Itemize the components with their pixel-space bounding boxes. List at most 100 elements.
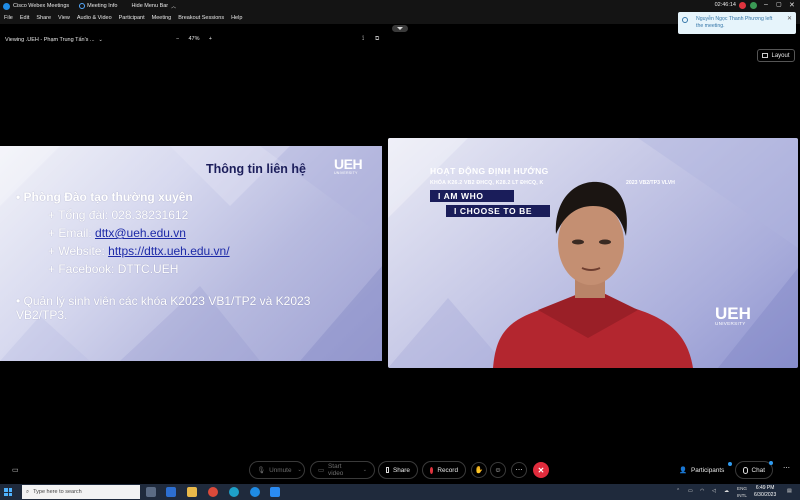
unmute-button[interactable]: 🎙 Unmute ⌄ [249, 461, 305, 479]
task-view-icon[interactable] [146, 487, 156, 497]
info-icon [682, 17, 688, 23]
chevron-up-icon[interactable]: ︿ [171, 3, 176, 10]
start-video-button[interactable]: ▭ Start video ⌄ [310, 461, 375, 479]
search-icon: ⌕ [26, 488, 30, 495]
close-window-button[interactable]: ✕ [789, 1, 795, 9]
windows-taskbar: ⌕ Type here to search ⌃ ▭ ◠ ◁ ☁ ENG INTL… [0, 484, 800, 500]
close-icon[interactable]: ✕ [787, 15, 792, 22]
outlook-icon[interactable] [166, 487, 176, 497]
network-status-icon [750, 2, 757, 9]
lang-code: ENG [737, 486, 747, 491]
menu-meeting[interactable]: Meeting [148, 15, 172, 21]
share-label: Share [392, 466, 410, 474]
logo-subtext: UNIVERSITY [334, 171, 358, 175]
participants-icon: 👤 [679, 467, 687, 474]
leave-icon: ✕ [537, 465, 545, 475]
windows-icon[interactable] [4, 488, 12, 496]
chat-button[interactable]: Chat [735, 461, 773, 479]
banner-subtitle-end: 2023 VB2/TP3 VLVH [626, 180, 675, 186]
notification-center-icon[interactable]: ▤ [787, 488, 792, 494]
webex-icon [3, 2, 10, 10]
chevron-down-icon[interactable]: ⌄ [298, 467, 302, 473]
clock-date: 6/30/2023 [754, 492, 777, 498]
collapse-toolbar-button[interactable] [392, 25, 408, 32]
taskbar-clock[interactable]: 6:49 PM 6/30/2023 [754, 485, 776, 499]
battery-icon[interactable]: ▭ [688, 488, 693, 494]
website-link[interactable]: https://dttx.ueh.edu.vn/ [108, 244, 229, 258]
facebook-label: + Facebook: [48, 262, 118, 276]
menu-audio-video[interactable]: Audio & Video [73, 15, 112, 21]
meeting-timer: 02:46:14 [714, 2, 736, 8]
banner-title: HOẠT ĐỘNG ĐỊNH HƯỚNG [430, 166, 549, 176]
pin-icon[interactable]: ⟟ [362, 36, 364, 43]
app-title: Cisco Webex Meetings [13, 3, 70, 9]
viewing-dropdown[interactable]: Viewing .UEH - Phạm Trung Tấn's ... [5, 37, 95, 43]
email-link[interactable]: dttx@ueh.edu.vn [95, 226, 186, 240]
menu-breakout-sessions[interactable]: Breakout Sessions [174, 15, 224, 21]
zoom-out-button[interactable]: − [176, 36, 179, 42]
taskbar-search[interactable]: ⌕ Type here to search [22, 485, 140, 499]
network-icon[interactable]: ◠ [700, 488, 704, 494]
zoom-controls: − 47% + [176, 36, 212, 42]
tray-chevron-icon[interactable]: ⌃ [676, 488, 680, 494]
participants-button[interactable]: 👤 Participants [672, 461, 732, 479]
share-button[interactable]: Share [378, 461, 418, 479]
recording-indicator-icon [739, 2, 746, 9]
minimize-button[interactable]: – [764, 1, 768, 8]
email-label: + Email: [48, 226, 96, 240]
info-icon[interactable] [79, 3, 86, 9]
zalo-icon[interactable] [270, 487, 280, 497]
record-icon [430, 466, 434, 474]
banner-subtitle: KHÓA K26.2 VB2 ĐHCQ, K28.2 LT ĐHCQ, K [430, 180, 544, 186]
participants-label: Participants [690, 466, 725, 474]
menu-share[interactable]: Share [32, 15, 51, 21]
captions-icon[interactable]: ▭ [12, 466, 19, 474]
maximize-button[interactable]: ▢ [776, 1, 782, 8]
raise-hand-button[interactable]: ✋ [471, 462, 487, 478]
start-video-label: Start video [328, 463, 344, 477]
email-line: + Email: dttx@ueh.edu.vn [48, 226, 186, 240]
menu-edit[interactable]: Edit [16, 15, 29, 21]
facebook-line: + Facebook: DTTC.UEH [48, 262, 178, 276]
slide-note: • Quản lý sinh viên các khóa K2023 VB1/T… [16, 294, 311, 322]
reactions-icon: ☺ [494, 466, 502, 474]
pop-out-icon[interactable]: ⧉ [375, 36, 379, 43]
notification-text: Nguyễn Ngọc Thanh Phương left the meetin… [696, 16, 773, 29]
layout-label: Layout [771, 52, 790, 59]
slide-heading: • Phòng Đào tạo thường xuyên [16, 190, 193, 204]
file-explorer-icon[interactable] [187, 487, 197, 497]
share-icon [386, 467, 389, 473]
participant-video[interactable]: HOẠT ĐỘNG ĐỊNH HƯỚNG KHÓA K26.2 VB2 ĐHCQ… [388, 138, 798, 368]
zoom-level: 47% [188, 36, 200, 42]
meeting-info-button[interactable]: Meeting Info [87, 3, 117, 9]
zoom-in-button[interactable]: + [209, 36, 212, 42]
language-indicator[interactable]: ENG INTL [737, 485, 747, 499]
chevron-down-icon[interactable]: ⌄ [363, 467, 367, 473]
leave-button[interactable]: ✕ [533, 462, 549, 478]
onedrive-icon[interactable]: ☁ [724, 488, 729, 494]
video-ueh-logo: UEH UNIVERSITY [715, 305, 751, 326]
layout-button[interactable]: Layout [757, 49, 795, 62]
webex-taskbar-icon[interactable] [250, 487, 260, 497]
chat-label: Chat [751, 466, 766, 474]
chrome-icon[interactable] [208, 487, 218, 497]
logo-text: UEH [334, 156, 363, 172]
edge-icon[interactable] [229, 487, 239, 497]
menu-help[interactable]: Help [227, 15, 242, 21]
menu-participant[interactable]: Participant [115, 15, 145, 21]
menu-file[interactable]: File [0, 15, 13, 21]
record-button[interactable]: Record [422, 461, 466, 479]
hide-menu-bar-button[interactable]: Hide Menu Bar [131, 3, 168, 9]
website-label: + Website: [48, 244, 109, 258]
facebook-value: DTTC.UEH [117, 262, 179, 276]
shared-slide: Thông tin liên hệ UEH UNIVERSITY • Phòng… [0, 146, 382, 361]
panel-more-icon[interactable]: ⋯ [783, 464, 790, 472]
tagline-1: I AM WHO [430, 190, 514, 202]
reactions-button[interactable]: ☺ [490, 462, 506, 478]
chevron-down-icon[interactable]: ⌄ [99, 37, 103, 43]
more-button[interactable]: ⋯ [511, 462, 527, 478]
more-icon: ⋯ [515, 467, 523, 474]
volume-icon[interactable]: ◁ [712, 488, 716, 494]
menu-view[interactable]: View [54, 15, 70, 21]
notification-toast: Nguyễn Ngọc Thanh Phương left the meetin… [678, 12, 796, 34]
